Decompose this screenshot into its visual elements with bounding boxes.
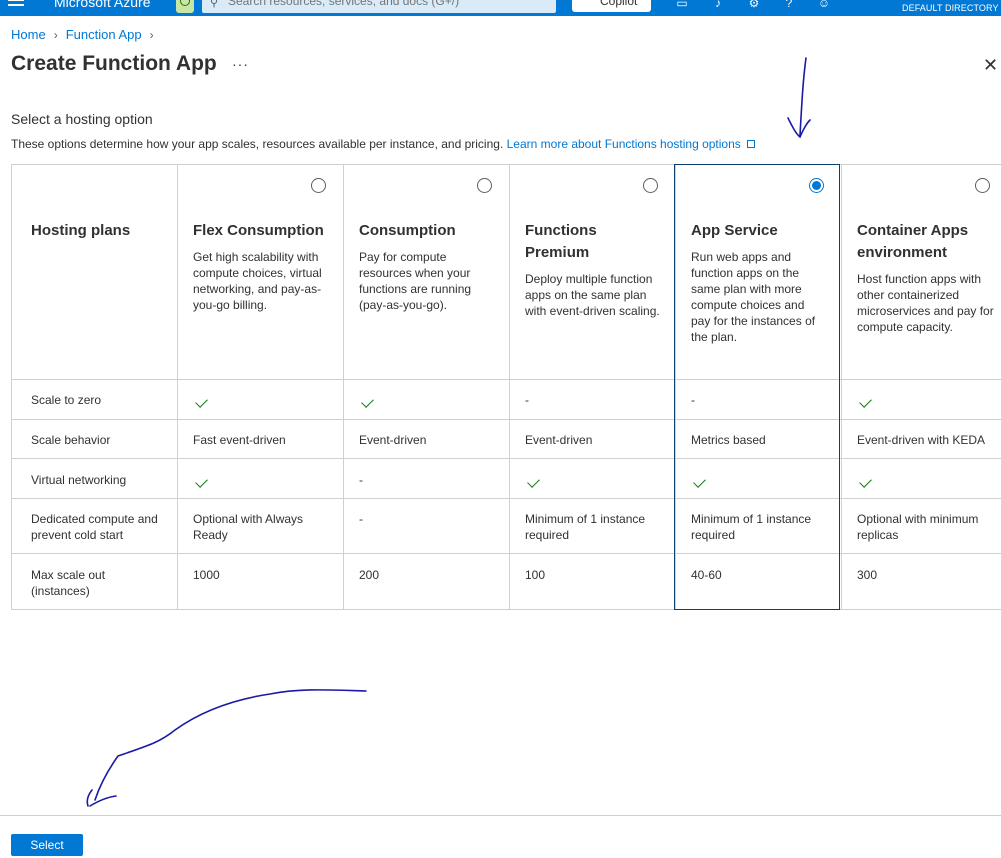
select-button[interactable]: Select bbox=[11, 834, 83, 856]
pen-annotations bbox=[86, 57, 811, 807]
arrow-annotation-bottom bbox=[86, 689, 367, 807]
arrow-annotation-top bbox=[787, 57, 811, 139]
footer-divider bbox=[0, 815, 1001, 816]
